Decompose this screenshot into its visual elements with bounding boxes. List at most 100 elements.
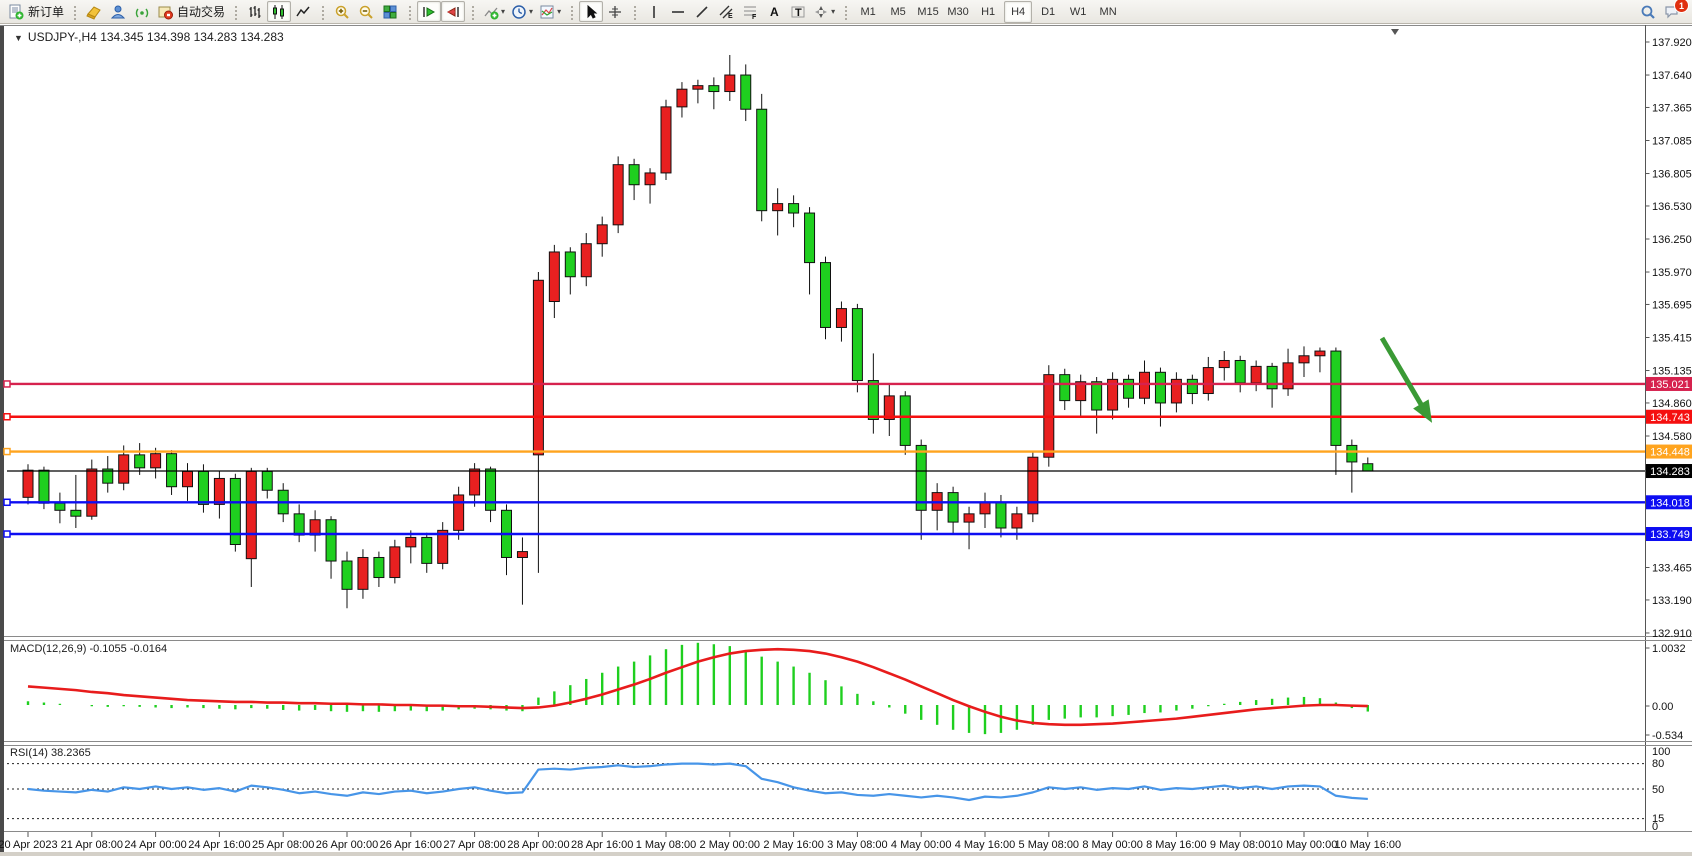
svg-text:134.448: 134.448 xyxy=(1650,447,1690,459)
svg-text:10 May 00:00: 10 May 00:00 xyxy=(1271,839,1338,851)
chevron-down-icon[interactable]: ▾ xyxy=(557,7,561,16)
svg-text:137.920: 137.920 xyxy=(1652,37,1692,49)
templates-button[interactable]: ▾ xyxy=(536,1,564,22)
crosshair-button[interactable] xyxy=(603,1,627,22)
chart-area[interactable]: 137.920137.640137.365137.085136.805136.5… xyxy=(0,0,1692,856)
autotrading-button[interactable]: 自动交易 xyxy=(154,1,228,22)
trendline-icon xyxy=(694,4,710,20)
fibonacci-button[interactable]: F xyxy=(738,1,762,22)
chevron-down-icon[interactable]: ▾ xyxy=(501,7,505,16)
svg-text:1 May 08:00: 1 May 08:00 xyxy=(636,839,697,851)
svg-text:27 Apr 08:00: 27 Apr 08:00 xyxy=(443,839,505,851)
svg-text:26 Apr 16:00: 26 Apr 16:00 xyxy=(380,839,442,851)
new-order-button[interactable]: 新订单 xyxy=(5,1,67,22)
candlestick-chart-button[interactable] xyxy=(267,1,291,22)
indicators-button[interactable]: ▾ xyxy=(480,1,508,22)
chevron-down-icon[interactable]: ▾ xyxy=(529,7,533,16)
vertical-line-button[interactable] xyxy=(642,1,666,22)
metaeditor-icon xyxy=(86,4,102,20)
toolbar-separator xyxy=(320,4,325,20)
zoom-in-button[interactable] xyxy=(330,1,354,22)
timeframe-button-w1[interactable]: W1 xyxy=(1064,1,1092,23)
svg-text:T: T xyxy=(795,7,802,19)
cursor-button[interactable] xyxy=(579,1,603,22)
metaeditor-button[interactable] xyxy=(82,1,106,22)
svg-text:5 May 08:00: 5 May 08:00 xyxy=(1019,839,1080,851)
tile-windows-button[interactable] xyxy=(378,1,402,22)
svg-text:133.749: 133.749 xyxy=(1650,529,1690,541)
zoom-in-icon xyxy=(334,4,350,20)
svg-text:25 Apr 08:00: 25 Apr 08:00 xyxy=(252,839,314,851)
toolbar-separator xyxy=(470,4,475,20)
periods-button[interactable]: ▾ xyxy=(508,1,536,22)
auto-scroll-icon xyxy=(421,4,437,20)
zoom-out-icon xyxy=(358,4,374,20)
timeframe-button-d1[interactable]: D1 xyxy=(1034,1,1062,23)
line-chart-button[interactable] xyxy=(291,1,315,22)
toolbar-separator xyxy=(72,4,77,20)
svg-text:134.283: 134.283 xyxy=(1650,466,1690,478)
arrows-button[interactable]: ▾ xyxy=(810,1,838,22)
timeframe-button-m30[interactable]: M30 xyxy=(944,1,972,23)
bar-chart-icon xyxy=(247,4,263,20)
svg-text:E: E xyxy=(728,13,733,20)
chart-shift-button[interactable] xyxy=(441,1,465,22)
notification-badge: 1 xyxy=(1674,0,1689,13)
zoom-out-button[interactable] xyxy=(354,1,378,22)
svg-text:8 May 16:00: 8 May 16:00 xyxy=(1146,839,1207,851)
vertical-line-icon xyxy=(646,4,662,20)
svg-text:2 May 16:00: 2 May 16:00 xyxy=(763,839,824,851)
main-toolbar: 新订单 自动交易 ▾ ▾ ▾ E FAT ▾ M1M5M15M30H1H4D1W1MN 1 xyxy=(0,0,1692,24)
autotrading-icon xyxy=(157,4,173,20)
candlestick-icon xyxy=(271,4,287,20)
fibonacci-icon: F xyxy=(742,4,758,20)
toolbar-separator xyxy=(407,4,412,20)
toolbar-separator xyxy=(569,4,574,20)
svg-text:1.0032: 1.0032 xyxy=(1652,643,1686,655)
chart-shift-icon xyxy=(445,4,461,20)
community-icon xyxy=(110,4,126,20)
svg-text:3 May 08:00: 3 May 08:00 xyxy=(827,839,888,851)
new-order-button-label: 新订单 xyxy=(28,3,64,20)
line-chart-icon xyxy=(295,4,311,20)
timeframe-toolbar: M1M5M15M30H1H4D1W1MN xyxy=(850,0,1126,24)
svg-text:20 Apr 2023: 20 Apr 2023 xyxy=(0,839,58,851)
timeframe-button-m1[interactable]: M1 xyxy=(854,1,882,23)
trendline-button[interactable] xyxy=(690,1,714,22)
bar-chart-button[interactable] xyxy=(243,1,267,22)
text-label-button[interactable]: T xyxy=(786,1,810,22)
svg-text:133.465: 133.465 xyxy=(1652,563,1692,575)
horizontal-line-icon xyxy=(670,4,686,20)
svg-text:134.743: 134.743 xyxy=(1650,412,1690,424)
svg-text:0: 0 xyxy=(1652,821,1658,833)
arrows-icon xyxy=(813,4,829,20)
search-button[interactable] xyxy=(1636,1,1660,22)
svg-text:0.00: 0.00 xyxy=(1652,701,1673,713)
timeframe-button-m15[interactable]: M15 xyxy=(914,1,942,23)
svg-text:137.365: 137.365 xyxy=(1652,102,1692,114)
svg-text:135.021: 135.021 xyxy=(1650,379,1690,391)
community-button[interactable] xyxy=(106,1,130,22)
svg-text:134.860: 134.860 xyxy=(1652,398,1692,410)
equidistant-channel-button[interactable]: E xyxy=(714,1,738,22)
svg-text:50: 50 xyxy=(1652,784,1664,796)
autotrading-button-label: 自动交易 xyxy=(177,3,225,20)
chart-frame xyxy=(0,25,1692,856)
timeframe-button-h1[interactable]: H1 xyxy=(974,1,1002,23)
text-button[interactable]: A xyxy=(762,1,786,22)
crosshair-icon xyxy=(607,4,623,20)
signals-icon xyxy=(134,4,150,20)
timeframe-button-mn[interactable]: MN xyxy=(1094,1,1122,23)
auto-scroll-button[interactable] xyxy=(417,1,441,22)
svg-text:9 May 08:00: 9 May 08:00 xyxy=(1210,839,1271,851)
toolbar-separator xyxy=(843,4,848,20)
chevron-down-icon[interactable]: ▾ xyxy=(831,7,835,16)
svg-text:80: 80 xyxy=(1652,758,1664,770)
timeframe-button-m5[interactable]: M5 xyxy=(884,1,912,23)
signals-button[interactable] xyxy=(130,1,154,22)
timeframe-button-h4[interactable]: H4 xyxy=(1004,1,1032,23)
svg-text:136.250: 136.250 xyxy=(1652,234,1692,246)
text-label-icon: T xyxy=(790,4,806,20)
horizontal-line-button[interactable] xyxy=(666,1,690,22)
chat-button[interactable]: 1 xyxy=(1660,1,1684,22)
